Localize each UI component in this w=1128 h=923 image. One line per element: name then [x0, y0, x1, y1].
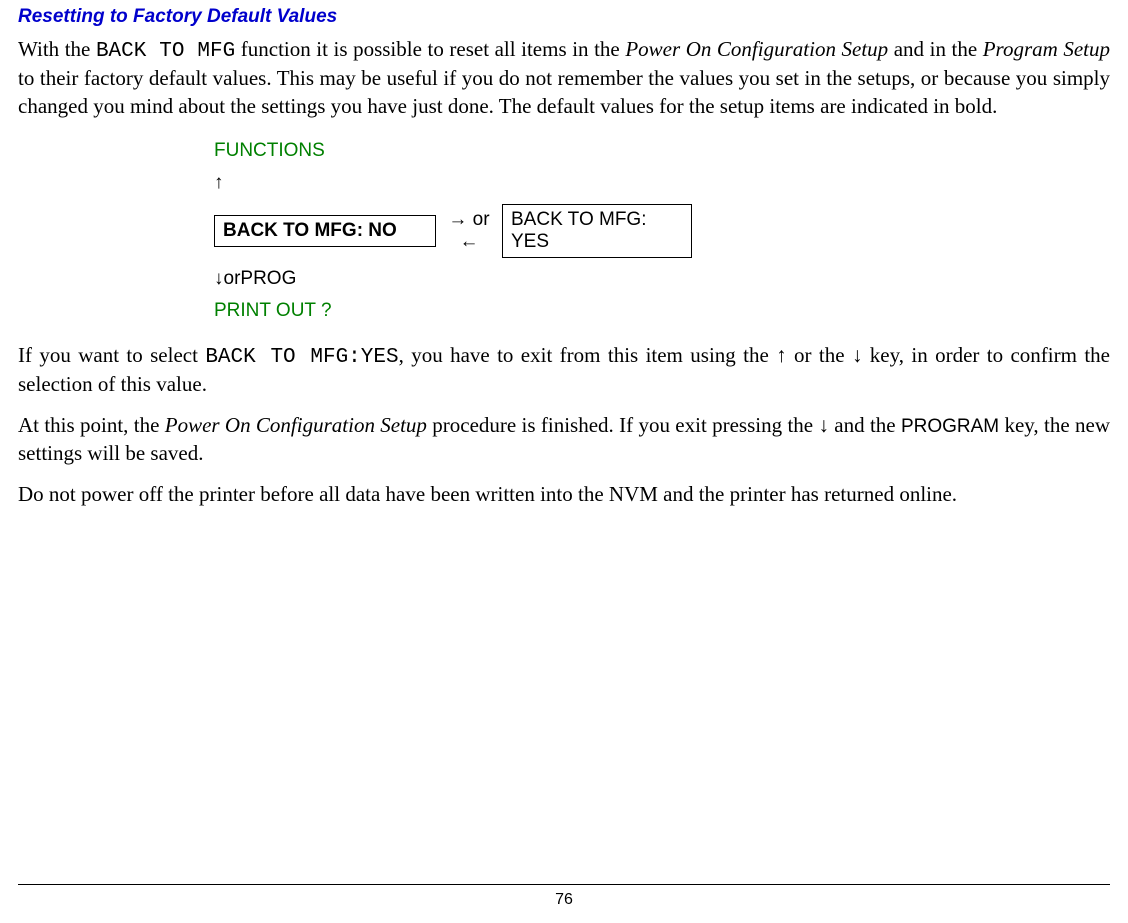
down-arrow-icon: ↓ [818, 413, 829, 437]
section-heading: Resetting to Factory Default Values [18, 6, 1110, 28]
text: If you want to select [18, 343, 205, 367]
menu-box-no-label: BACK TO MFG: NO [223, 220, 397, 241]
footer-divider [18, 884, 1110, 885]
down-arrow-icon: ↓ [214, 268, 224, 290]
text: , you have to exit from this item using … [399, 343, 777, 367]
menu-label-printout: PRINT OUT ? [214, 300, 332, 322]
menu-box-no: BACK TO MFG: NO [214, 215, 436, 247]
up-arrow-icon: ↑ [776, 343, 787, 367]
text: At this point, the [18, 413, 165, 437]
program-key-text: PROGRAM [901, 416, 999, 437]
or-arrows-label: → or ← [444, 209, 494, 253]
text: and the [829, 413, 901, 437]
menu-box-yes: BACK TO MFG: YES [502, 204, 692, 258]
text: or the [787, 343, 852, 367]
paragraph-2: If you want to select BACK TO MFG:YES, y… [18, 342, 1110, 399]
code-text: BACK TO MFG:YES [205, 346, 398, 369]
paragraph-1: With the BACK TO MFG function it is poss… [18, 36, 1110, 120]
paragraph-4: Do not power off the printer before all … [18, 481, 1110, 508]
italic-text: Program Setup [983, 37, 1110, 61]
italic-text: Power On Configuration Setup [165, 413, 427, 437]
text: to their factory default values. This ma… [18, 66, 1110, 117]
down-arrow-icon: ↓ [852, 343, 863, 367]
menu-diagram: FUNCTIONS ↑ BACK TO MFG: NO → or ← BACK … [214, 140, 1110, 322]
text: procedure is finished. If you exit press… [427, 413, 819, 437]
italic-text: Power On Configuration Setup [625, 37, 888, 61]
menu-label-functions: FUNCTIONS [214, 140, 325, 162]
code-text: BACK TO MFG [96, 40, 235, 63]
page-number: 76 [18, 891, 1110, 909]
page-footer: 76 [18, 884, 1110, 909]
text: function it is possible to reset all ite… [235, 37, 625, 61]
prog-text: PROG [240, 268, 296, 290]
text: With the [18, 37, 96, 61]
or-text: or [224, 268, 241, 290]
up-arrow-icon: ↑ [214, 172, 224, 194]
text: and in the [888, 37, 983, 61]
paragraph-3: At this point, the Power On Configuratio… [18, 412, 1110, 467]
